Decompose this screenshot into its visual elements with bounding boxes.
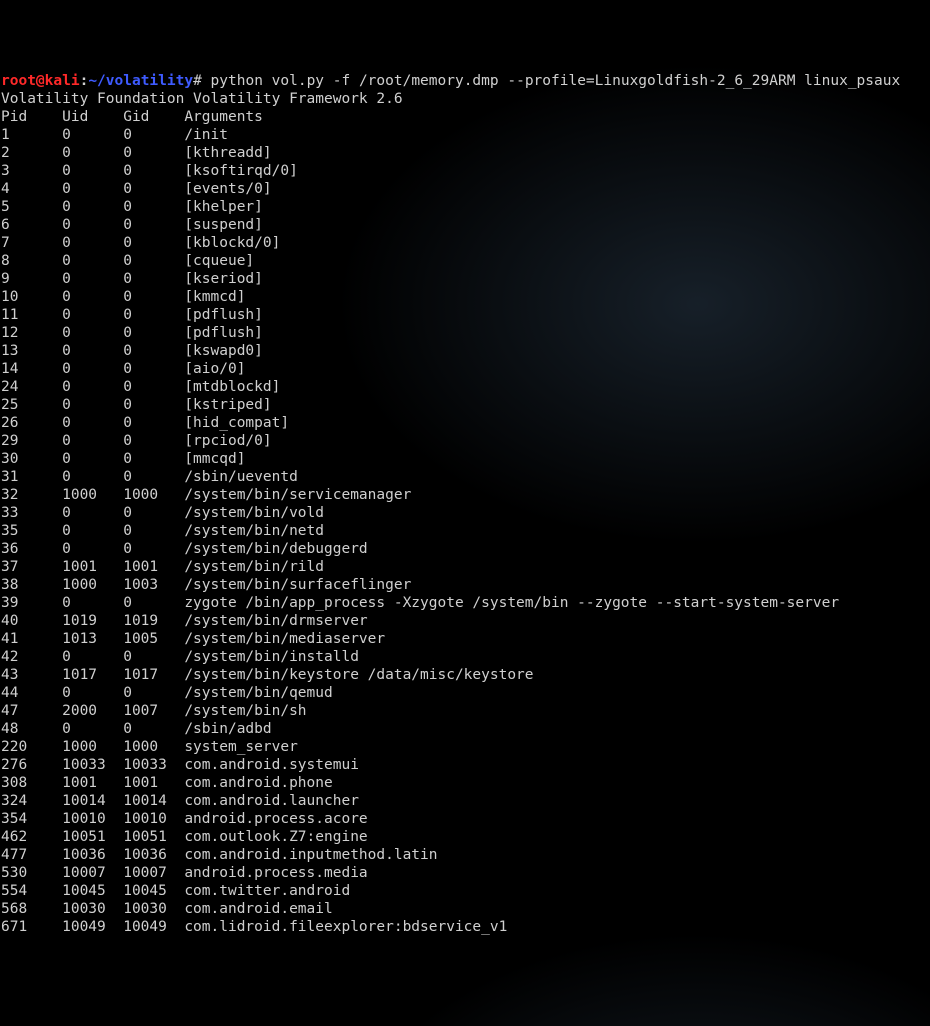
table-row: 12 0 0 [pdflush] (1, 325, 263, 341)
table-row: 44 0 0 /system/bin/qemud (1, 685, 333, 701)
volatility-banner: Volatility Foundation Volatility Framewo… (1, 91, 403, 107)
table-row: 308 1001 1001 com.android.phone (1, 775, 333, 791)
table-row: 8 0 0 [cqueue] (1, 253, 254, 269)
table-row: 354 10010 10010 android.process.acore (1, 811, 368, 827)
table-row: 24 0 0 [mtdblockd] (1, 379, 280, 395)
prompt-hash: # (193, 73, 202, 89)
table-row: 43 1017 1017 /system/bin/keystore /data/… (1, 667, 534, 683)
terminal-output[interactable]: root@kali:~/volatility# python vol.py -f… (0, 72, 930, 936)
prompt-path: ~/volatility (88, 73, 193, 89)
table-row: 554 10045 10045 com.twitter.android (1, 883, 350, 899)
table-row: 42 0 0 /system/bin/installd (1, 649, 359, 665)
table-row: 29 0 0 [rpciod/0] (1, 433, 272, 449)
table-row: 32 1000 1000 /system/bin/servicemanager (1, 487, 411, 503)
table-row: 25 0 0 [kstriped] (1, 397, 272, 413)
table-row: 36 0 0 /system/bin/debuggerd (1, 541, 368, 557)
table-row: 6 0 0 [suspend] (1, 217, 263, 233)
table-row: 31 0 0 /sbin/ueventd (1, 469, 298, 485)
prompt-user: root@kali (1, 73, 80, 89)
table-row: 41 1013 1005 /system/bin/mediaserver (1, 631, 385, 647)
table-row: 47 2000 1007 /system/bin/sh (1, 703, 307, 719)
table-row: 1 0 0 /init (1, 127, 228, 143)
table-row: 26 0 0 [hid_compat] (1, 415, 289, 431)
table-row: 324 10014 10014 com.android.launcher (1, 793, 359, 809)
table-row: 671 10049 10049 com.lidroid.fileexplorer… (1, 919, 507, 935)
table-row: 38 1000 1003 /system/bin/surfaceflinger (1, 577, 411, 593)
table-row: 35 0 0 /system/bin/netd (1, 523, 324, 539)
table-row: 4 0 0 [events/0] (1, 181, 272, 197)
table-row: 33 0 0 /system/bin/vold (1, 505, 324, 521)
process-table: Pid Uid Gid Arguments 1 0 0 /init 2 0 0 … (1, 109, 839, 935)
table-header-row: Pid Uid Gid Arguments (1, 109, 263, 125)
table-row: 3 0 0 [ksoftirqd/0] (1, 163, 298, 179)
table-row: 276 10033 10033 com.android.systemui (1, 757, 359, 773)
table-row: 462 10051 10051 com.outlook.Z7:engine (1, 829, 368, 845)
table-row: 7 0 0 [kblockd/0] (1, 235, 280, 251)
table-row: 39 0 0 zygote /bin/app_process -Xzygote … (1, 595, 839, 611)
table-row: 13 0 0 [kswapd0] (1, 343, 263, 359)
command-text: python vol.py -f /root/memory.dmp --prof… (202, 73, 900, 89)
table-row: 14 0 0 [aio/0] (1, 361, 245, 377)
table-row: 568 10030 10030 com.android.email (1, 901, 333, 917)
table-row: 40 1019 1019 /system/bin/drmserver (1, 613, 368, 629)
prompt-separator: : (80, 73, 89, 89)
table-row: 2 0 0 [kthreadd] (1, 145, 272, 161)
table-row: 10 0 0 [kmmcd] (1, 289, 245, 305)
table-row: 37 1001 1001 /system/bin/rild (1, 559, 324, 575)
table-row: 48 0 0 /sbin/adbd (1, 721, 272, 737)
table-row: 30 0 0 [mmcqd] (1, 451, 245, 467)
table-row: 5 0 0 [khelper] (1, 199, 263, 215)
table-row: 220 1000 1000 system_server (1, 739, 298, 755)
table-row: 9 0 0 [kseriod] (1, 271, 263, 287)
table-row: 11 0 0 [pdflush] (1, 307, 263, 323)
table-row: 477 10036 10036 com.android.inputmethod.… (1, 847, 438, 863)
prompt-line: root@kali:~/volatility# python vol.py -f… (1, 73, 900, 89)
table-row: 530 10007 10007 android.process.media (1, 865, 368, 881)
